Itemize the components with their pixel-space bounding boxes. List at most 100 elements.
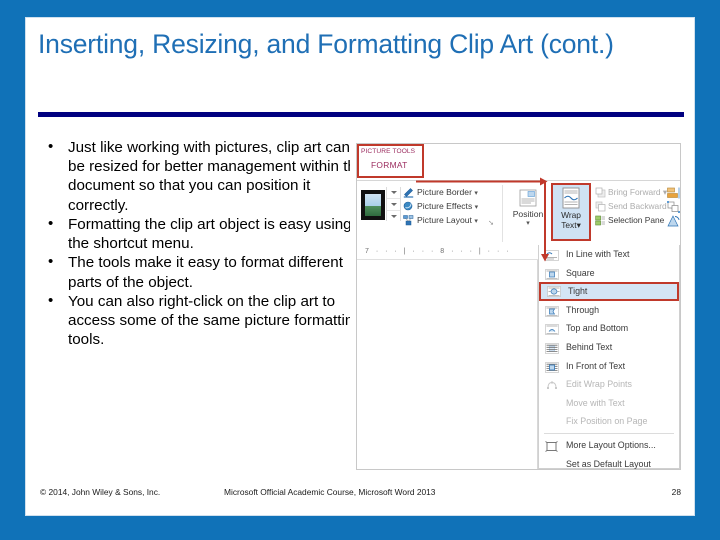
menu-item-label: In Front of Text [566, 360, 626, 371]
picture-layout-icon [403, 215, 414, 226]
rotate-objects-icon[interactable] [667, 214, 680, 227]
menu-item-label: Behind Text [566, 341, 613, 352]
course-text: Microsoft Official Academic Course, Micr… [224, 487, 436, 497]
menu-item-square[interactable]: Square [539, 264, 679, 283]
menu-item-label: Top and Bottom [566, 323, 629, 334]
group-objects-icon[interactable] [667, 200, 680, 213]
word-ribbon-screenshot: PICTURE TOOLS FORMAT Picture Border ▾ Pi… [350, 133, 686, 473]
thumbnail-land [365, 206, 381, 216]
menu-item-tight[interactable]: Tight [539, 282, 679, 301]
position-icon [519, 189, 537, 207]
menu-item-behind-text[interactable]: Behind Text [539, 338, 679, 357]
chevron-down-icon[interactable]: ▾ [577, 220, 581, 230]
chevron-down-icon[interactable]: ▾ [475, 204, 479, 211]
wrap-text-button[interactable]: Wrap Text▾ [551, 183, 591, 241]
wrap-text-icon [561, 187, 581, 209]
list-item: • You can also right-click on the clip a… [40, 292, 370, 350]
edit-wrap-points-icon [545, 379, 559, 390]
menu-item-fix-position-on-page: Fix Position on Page [539, 412, 679, 431]
page-title: Inserting, Resizing, and Formatting Clip… [38, 29, 614, 59]
wrap-square-icon [545, 268, 559, 280]
menu-item-label: Through [566, 304, 600, 315]
list-item-text: You can also right-click on the clip art… [68, 292, 362, 349]
bullet-marker: • [48, 214, 54, 232]
selection-pane-label: Selection Pane [608, 215, 665, 225]
send-backward-icon [595, 201, 606, 212]
wrap-text-label-line1: Wrap [561, 210, 581, 220]
send-backward-label: Send Backward [608, 201, 667, 211]
menu-item-label: Tight [568, 286, 588, 297]
picture-layout-button[interactable]: Picture Layout ▾ [403, 214, 498, 226]
list-item-text: Formatting the clip art object is easy u… [68, 215, 352, 253]
menu-item-in-line-with-text[interactable]: In Line with Text [539, 245, 679, 264]
wrap-top-bottom-icon [545, 323, 559, 336]
menu-item-label: Fix Position on Page [566, 416, 648, 427]
picture-effects-label: Picture Effects [417, 201, 473, 211]
menu-item-top-and-bottom[interactable]: Top and Bottom [539, 319, 679, 338]
picture-tools-label: PICTURE TOOLS [361, 148, 416, 155]
picture-styles-gallery-scroll[interactable] [386, 187, 401, 221]
copyright-text: © 2014, John Wiley & Sons, Inc. [40, 487, 161, 497]
list-item: • Just like working with pictures, clip … [40, 138, 370, 215]
chevron-down-icon[interactable]: ▾ [474, 190, 478, 197]
position-label: Position [512, 209, 544, 219]
picture-border-icon [403, 187, 414, 198]
tab-format: FORMAT [371, 160, 408, 170]
align-group-rotate-column [667, 186, 680, 228]
slide-canvas: Inserting, Resizing, and Formatting Clip… [26, 18, 694, 515]
picture-styles-dialog-launcher[interactable]: ➘ [488, 219, 494, 227]
bullet-list: • Just like working with pictures, clip … [40, 138, 370, 349]
chevron-down-icon[interactable]: ▾ [474, 218, 478, 225]
wrap-tight-icon [547, 286, 561, 297]
page-number: 28 [671, 487, 681, 497]
picture-tools-contextual-tab: PICTURE TOOLS FORMAT [357, 144, 424, 178]
wrap-through-icon [545, 305, 559, 317]
bullet-marker: • [48, 138, 54, 155]
annotation-arrow-horizontal [416, 173, 548, 186]
picture-border-button[interactable]: Picture Border ▾ [403, 186, 498, 198]
wrap-text-dropdown-menu: In Line with Text Square Tight Through T… [538, 245, 680, 469]
menu-item-label: More Layout Options... [566, 439, 656, 450]
screenshot-frame: PICTURE TOOLS FORMAT Picture Border ▾ Pi… [356, 143, 681, 470]
document-canvas [357, 260, 538, 469]
group-divider [502, 185, 503, 242]
ruler-marks: 7 · · · | · · · 8 · · · | · · · [365, 248, 512, 255]
menu-item-set-as-default-layout[interactable]: Set as Default Layout [539, 455, 679, 469]
menu-item-label: Set as Default Layout [566, 458, 651, 469]
wrap-behind-text-icon [545, 342, 559, 354]
picture-effects-button[interactable]: Picture Effects ▾ [403, 200, 498, 212]
list-item: • The tools make it easy to format diffe… [40, 253, 370, 291]
menu-item-label: Edit Wrap Points [566, 379, 632, 390]
gallery-scroll-up-icon[interactable] [387, 187, 400, 199]
bullet-marker: • [48, 291, 54, 309]
wrap-text-label-line2: Text [561, 220, 577, 230]
title-divider [38, 112, 684, 117]
list-item-text: The tools make it easy to format differe… [68, 254, 343, 291]
picture-border-label: Picture Border [417, 187, 472, 197]
menu-item-in-front-of-text[interactable]: In Front of Text [539, 357, 679, 376]
gallery-scroll-down-icon[interactable] [387, 199, 400, 211]
wrap-in-front-icon [545, 361, 559, 373]
slide: Inserting, Resizing, and Formatting Clip… [0, 0, 720, 540]
slide-footer: © 2014, John Wiley & Sons, Inc. Microsof… [26, 487, 694, 503]
gallery-more-icon[interactable] [387, 211, 400, 222]
menu-item-label: In Line with Text [566, 249, 630, 259]
ribbon: Picture Border ▾ Picture Effects ▾ Pictu… [357, 180, 680, 247]
list-item-text: Just like working with pictures, clip ar… [68, 139, 365, 214]
picture-thumbnail-icon [361, 190, 385, 220]
menu-divider [544, 432, 674, 434]
picture-layout-label: Picture Layout [417, 215, 472, 225]
thumbnail-sky [365, 194, 381, 206]
list-item: • Formatting the clip art object is easy… [40, 215, 370, 253]
annotation-arrow-vertical [540, 182, 550, 262]
menu-item-through[interactable]: Through [539, 301, 679, 320]
menu-item-move-with-text: Move with Text [539, 394, 679, 413]
menu-item-more-layout-options[interactable]: More Layout Options... [539, 436, 679, 455]
selection-pane-icon [595, 215, 606, 226]
align-objects-icon[interactable] [667, 186, 680, 199]
menu-item-label: Move with Text [566, 397, 625, 408]
menu-item-edit-wrap-points: Edit Wrap Points [539, 375, 679, 394]
picture-effects-icon [403, 201, 414, 212]
menu-item-label: Square [566, 267, 595, 278]
picture-styles-commands: Picture Border ▾ Picture Effects ▾ Pictu… [403, 186, 498, 228]
